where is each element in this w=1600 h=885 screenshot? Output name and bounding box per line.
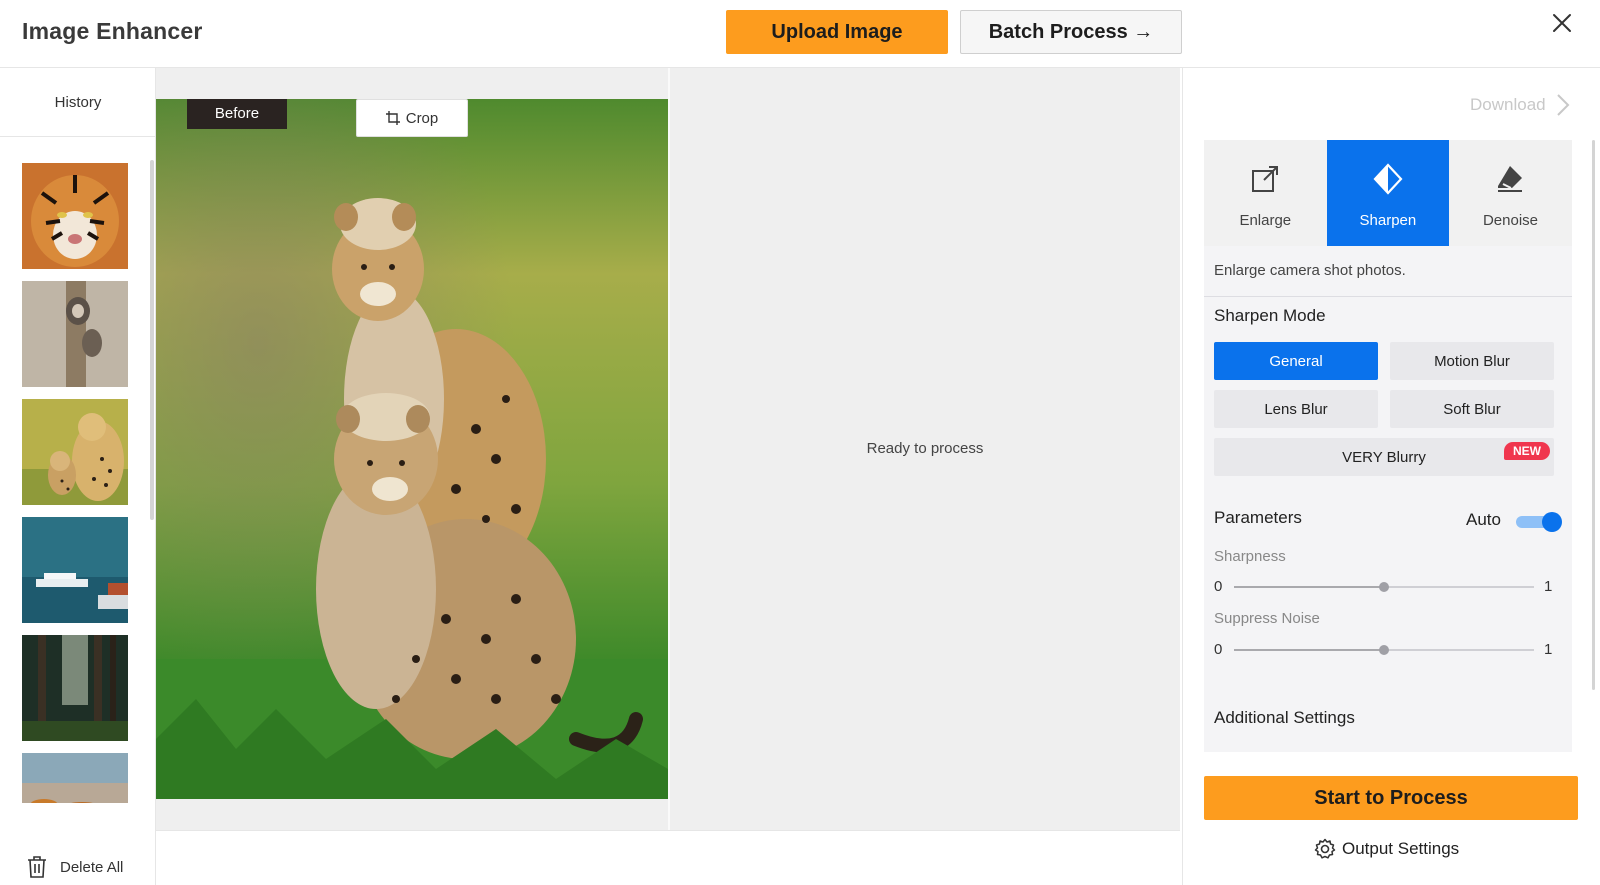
upload-image-button[interactable]: Upload Image: [726, 10, 948, 54]
suppress-noise-min: 0: [1214, 641, 1223, 658]
close-icon: [1553, 13, 1571, 32]
cheetah-cubs-image: [156, 99, 668, 799]
forest-thumbnail-image: [22, 635, 128, 741]
auto-toggle-knob: [1542, 512, 1562, 532]
mode-lens-blur-button[interactable]: Lens Blur: [1214, 390, 1378, 428]
sharpness-max: 1: [1544, 578, 1553, 595]
sharpness-min: 0: [1214, 578, 1223, 595]
sunset-thumbnail-image: [22, 753, 128, 803]
delete-all-label: Delete All: [60, 858, 124, 876]
history-label: History: [54, 94, 102, 111]
sharpness-slider[interactable]: [1234, 580, 1534, 594]
sharpness-label: Sharpness: [1214, 548, 1286, 565]
ready-status-text: Ready to process: [866, 440, 984, 457]
app-root: Image Enhancer Upload Image Batch Proces…: [0, 0, 1600, 885]
canvas-footer: [156, 830, 1180, 885]
cheetah-thumbnail-image: [22, 399, 128, 505]
monkey-thumbnail-image: [22, 281, 128, 387]
suppress-noise-handle[interactable]: [1379, 645, 1389, 655]
before-image-pane[interactable]: [156, 99, 668, 799]
history-thumbnail-list: [22, 163, 128, 803]
denoise-icon: [1498, 166, 1523, 192]
suppress-noise-max: 1: [1544, 641, 1553, 658]
tool-description: Enlarge camera shot photos.: [1214, 262, 1406, 279]
download-label: Download: [1470, 95, 1546, 114]
tab-denoise[interactable]: Denoise: [1449, 140, 1572, 246]
header: Image Enhancer Upload Image Batch Proces…: [0, 0, 1600, 68]
mode-motion-blur-button[interactable]: Motion Blur: [1390, 342, 1554, 380]
history-thumbnail-cheetah[interactable]: [22, 399, 128, 505]
sharpen-mode-title: Sharpen Mode: [1214, 306, 1326, 325]
start-to-process-button[interactable]: Start to Process: [1204, 776, 1578, 820]
auto-label: Auto: [1466, 510, 1501, 529]
history-scrollbar[interactable]: [150, 160, 154, 520]
sharpen-icon: [1373, 163, 1403, 195]
crop-icon: [385, 111, 400, 125]
tab-denoise-label: Denoise: [1482, 212, 1538, 229]
tool-tabs: Enlarge Sharpen Denoise: [1204, 140, 1572, 246]
mode-soft-blur-button[interactable]: Soft Blur: [1390, 390, 1554, 428]
history-thumbnail-boats[interactable]: [22, 517, 128, 623]
before-badge: Before: [187, 99, 287, 129]
additional-settings-title[interactable]: Additional Settings: [1214, 708, 1355, 728]
description-divider: [1204, 296, 1572, 297]
history-thumbnail-sunset[interactable]: [22, 753, 128, 803]
boats-thumbnail-image: [22, 517, 128, 623]
output-settings-button[interactable]: Output Settings: [1314, 838, 1459, 860]
crop-label: Crop: [405, 109, 439, 127]
history-divider: [0, 136, 156, 137]
close-button[interactable]: [1548, 10, 1576, 38]
tiger-thumbnail-image: [22, 163, 128, 269]
chevron-right-icon: [1556, 94, 1570, 116]
batch-process-button[interactable]: Batch Process →: [960, 10, 1182, 54]
image-canvas: Before Crop Ready to process: [156, 68, 1180, 830]
tab-enlarge[interactable]: Enlarge: [1204, 140, 1327, 246]
crop-button[interactable]: Crop: [356, 99, 468, 137]
mode-general-button[interactable]: General: [1214, 342, 1378, 380]
auto-toggle[interactable]: [1516, 512, 1562, 532]
suppress-noise-label: Suppress Noise: [1214, 610, 1320, 627]
tab-sharpen[interactable]: Sharpen: [1326, 140, 1450, 246]
settings-scrollbar[interactable]: [1592, 140, 1595, 690]
history-thumbnail-forest[interactable]: [22, 635, 128, 741]
download-button[interactable]: Download: [1470, 93, 1570, 117]
gear-icon: [1314, 838, 1336, 859]
trash-icon: [28, 856, 46, 878]
history-thumbnail-monkey[interactable]: [22, 281, 128, 387]
tab-sharpen-label: Sharpen: [1359, 212, 1417, 229]
suppress-noise-slider[interactable]: [1234, 643, 1534, 657]
sharpen-settings: Enlarge camera shot photos. Sharpen Mode…: [1204, 246, 1572, 752]
history-sidebar: History Delete All: [0, 68, 156, 885]
sharpness-fill: [1234, 586, 1384, 588]
app-title: Image Enhancer: [22, 18, 203, 44]
delete-all-button[interactable]: Delete All: [26, 852, 136, 882]
history-thumbnail-tiger[interactable]: [22, 163, 128, 269]
parameters-title: Parameters: [1214, 508, 1302, 527]
sharpness-handle[interactable]: [1379, 582, 1389, 592]
enlarge-icon: [1252, 166, 1279, 192]
tab-enlarge-label: Enlarge: [1239, 212, 1292, 229]
mode-very-blurry-button[interactable]: VERY Blurry: [1214, 438, 1554, 476]
suppress-noise-fill: [1234, 649, 1384, 651]
new-badge: NEW: [1504, 442, 1550, 460]
output-settings-label: Output Settings: [1342, 839, 1460, 858]
